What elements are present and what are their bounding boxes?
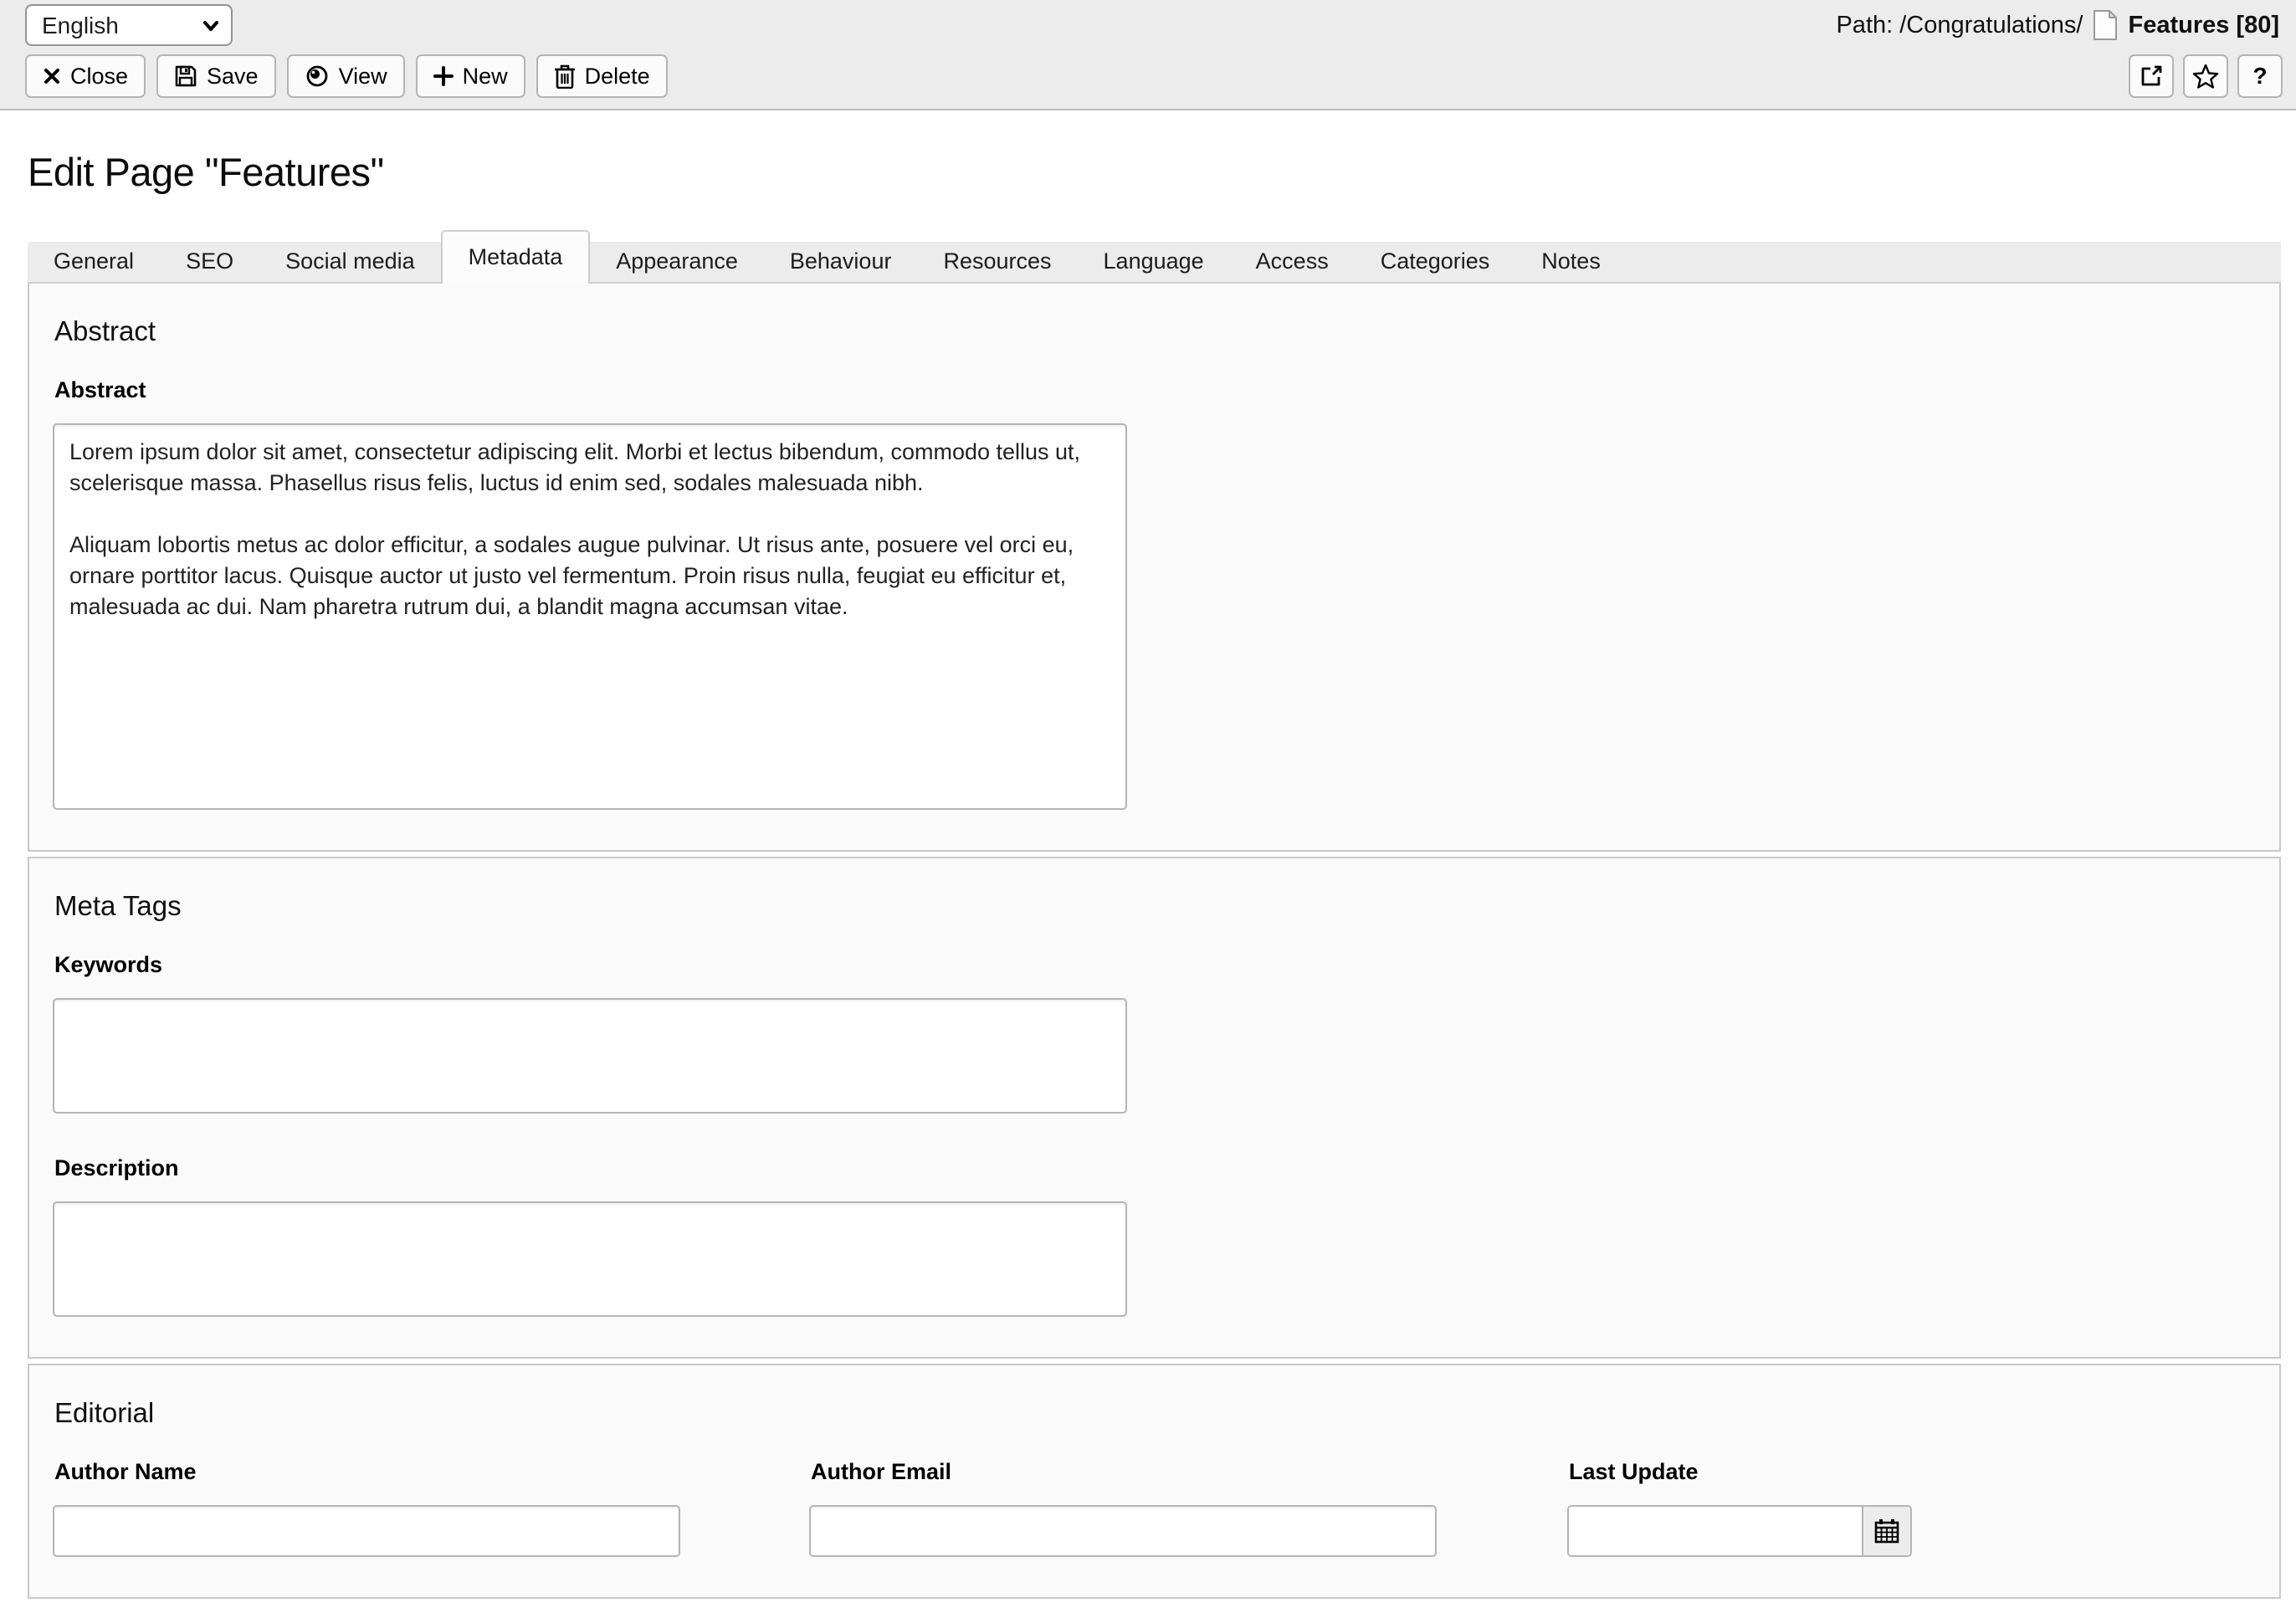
save-button[interactable]: Save bbox=[156, 54, 276, 98]
last-update-group bbox=[1567, 1505, 1912, 1557]
last-update-label: Last Update bbox=[1569, 1459, 1699, 1484]
tab-behaviour[interactable]: Behaviour bbox=[764, 240, 918, 282]
author-name-input[interactable] bbox=[53, 1505, 680, 1557]
close-button[interactable]: Close bbox=[25, 54, 146, 98]
open-in-new-window-icon bbox=[2140, 64, 2163, 88]
new-button[interactable]: New bbox=[415, 54, 525, 98]
open-in-new-window-button[interactable] bbox=[2129, 54, 2174, 98]
window-buttons: ? bbox=[2129, 54, 2283, 98]
last-update-input[interactable] bbox=[1569, 1507, 1862, 1555]
page-record-icon bbox=[2093, 9, 2118, 41]
section-abstract: Abstract Abstract Lorem ipsum dolor sit … bbox=[28, 284, 2281, 852]
save-icon bbox=[174, 64, 197, 88]
author-name-label: Author Name bbox=[54, 1459, 197, 1484]
breadcrumb-path: Path: /Congratulations/ bbox=[1836, 11, 2083, 38]
tab-resources[interactable]: Resources bbox=[917, 240, 1077, 282]
help-icon: ? bbox=[2252, 63, 2268, 89]
section-editorial-title: Editorial bbox=[54, 1397, 155, 1428]
description-field-label: Description bbox=[54, 1155, 179, 1180]
abstract-textarea[interactable]: Lorem ipsum dolor sit amet, consectetur … bbox=[53, 423, 1127, 810]
abstract-field-label: Abstract bbox=[54, 377, 146, 402]
plus-icon bbox=[433, 66, 454, 86]
tab-access[interactable]: Access bbox=[1230, 240, 1355, 282]
calendar-icon bbox=[1874, 1518, 1899, 1544]
record-title: Features [80] bbox=[2128, 11, 2279, 38]
document-buttons: Close Save View New Delete bbox=[25, 54, 668, 98]
author-email-input[interactable] bbox=[809, 1505, 1437, 1557]
bookmark-button[interactable] bbox=[2183, 54, 2228, 98]
view-button[interactable]: View bbox=[286, 54, 405, 98]
tab-bar: General SEO Social media Metadata Appear… bbox=[28, 230, 2281, 284]
delete-button[interactable]: Delete bbox=[536, 54, 668, 98]
help-button[interactable]: ? bbox=[2237, 54, 2283, 98]
tab-language[interactable]: Language bbox=[1078, 240, 1230, 282]
keywords-field-label: Keywords bbox=[54, 952, 163, 977]
keywords-textarea[interactable] bbox=[53, 998, 1127, 1114]
top-toolbar: English Path: /Congratulations/ Features… bbox=[0, 0, 2296, 110]
calendar-picker-button[interactable] bbox=[1862, 1507, 1910, 1555]
tab-metadata[interactable]: Metadata bbox=[440, 230, 591, 284]
tab-seo[interactable]: SEO bbox=[160, 240, 259, 282]
star-icon bbox=[2192, 64, 2219, 89]
language-select-wrap: English bbox=[25, 4, 233, 46]
section-meta-tags-title: Meta Tags bbox=[54, 890, 182, 921]
close-icon bbox=[43, 67, 61, 85]
section-meta-tags: Meta Tags Keywords Description bbox=[28, 857, 2281, 1359]
language-select[interactable]: English bbox=[25, 4, 233, 46]
page-title: Edit Page "Features" bbox=[28, 150, 384, 194]
tab-notes[interactable]: Notes bbox=[1515, 240, 1627, 282]
section-editorial: Editorial Author Name Author Email Last … bbox=[28, 1364, 2281, 1599]
breadcrumb: Path: /Congratulations/ Features [80] bbox=[1836, 9, 2283, 41]
tab-appearance[interactable]: Appearance bbox=[590, 240, 764, 282]
description-textarea[interactable] bbox=[53, 1201, 1127, 1317]
tab-categories[interactable]: Categories bbox=[1355, 240, 1516, 282]
author-email-label: Author Email bbox=[811, 1459, 952, 1484]
view-eye-icon bbox=[305, 64, 330, 88]
tab-general[interactable]: General bbox=[28, 240, 160, 282]
tab-social-media[interactable]: Social media bbox=[259, 240, 441, 282]
section-abstract-title: Abstract bbox=[54, 315, 156, 346]
trash-icon bbox=[554, 64, 576, 89]
